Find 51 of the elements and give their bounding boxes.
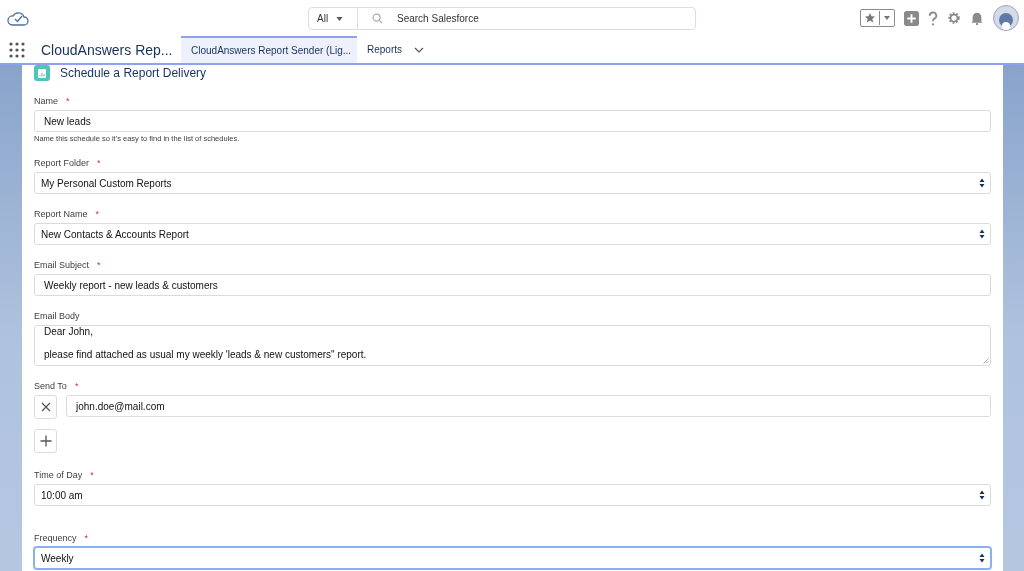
chevron-down-icon bbox=[414, 46, 424, 53]
nav-tab[interactable]: CloudAnswers Report Sender (Lig... bbox=[181, 36, 357, 63]
plus-icon bbox=[39, 435, 52, 447]
up-down-arrows-icon bbox=[979, 490, 985, 500]
select-field[interactable]: My Personal Custom Reports bbox=[34, 172, 991, 194]
settings-icon[interactable] bbox=[947, 11, 961, 25]
required-mark: * bbox=[95, 209, 100, 219]
caret-icon bbox=[883, 15, 891, 21]
text-field[interactable]: Weekly report - new leads & customers bbox=[34, 274, 991, 296]
text-field[interactable]: New leads bbox=[34, 110, 991, 132]
required-mark: * bbox=[74, 381, 79, 391]
field-label: Send To bbox=[34, 381, 67, 391]
cloud-check-icon bbox=[7, 10, 29, 26]
resize-handle-icon[interactable] bbox=[983, 358, 989, 364]
select-field[interactable]: 10:00 am bbox=[34, 484, 991, 506]
add-icon[interactable] bbox=[904, 10, 919, 26]
field-label: Time of Day bbox=[34, 470, 83, 480]
textarea-field[interactable]: Dear John, please find attached as usual my weekly 'leads & new customers" report. bbox=[34, 325, 991, 366]
help-icon[interactable] bbox=[928, 10, 938, 26]
field-label: Email Body bbox=[34, 311, 80, 321]
app-name: CloudAnswers Rep... bbox=[41, 41, 174, 58]
required-mark: * bbox=[84, 533, 89, 543]
close-icon bbox=[40, 402, 51, 412]
field-label: Frequency bbox=[34, 533, 77, 543]
email-field[interactable]: john.doe@mail.com bbox=[66, 395, 991, 417]
remove-button[interactable] bbox=[34, 395, 57, 419]
star-icon bbox=[864, 12, 876, 24]
up-down-arrows-icon bbox=[979, 553, 985, 563]
field-label: Email Subject bbox=[34, 260, 90, 270]
avatar-icon[interactable] bbox=[993, 5, 1019, 31]
app-launcher-icon[interactable] bbox=[9, 41, 25, 58]
caret-icon bbox=[335, 15, 345, 22]
select-field[interactable]: Weekly bbox=[34, 547, 991, 569]
select-field[interactable]: New Contacts & Accounts Report bbox=[34, 223, 991, 245]
add-recipient-button[interactable] bbox=[34, 429, 57, 453]
required-mark: * bbox=[66, 96, 70, 106]
up-down-arrows-icon bbox=[979, 178, 985, 188]
search-scope-dropdown[interactable]: All bbox=[309, 8, 358, 29]
favorites-button[interactable] bbox=[860, 9, 895, 27]
field-label: Report Name bbox=[34, 209, 88, 219]
form-title: Schedule a Report Delivery bbox=[60, 66, 207, 80]
search-icon bbox=[372, 13, 383, 24]
field-label: Report Folder bbox=[34, 158, 90, 168]
search-field[interactable]: Search Salesforce bbox=[358, 8, 695, 29]
up-down-arrows-icon bbox=[979, 229, 985, 239]
required-mark: * bbox=[97, 158, 101, 168]
field-label: Name bbox=[34, 96, 58, 106]
required-mark: * bbox=[90, 470, 94, 480]
nav-tab[interactable]: Reports bbox=[357, 36, 434, 63]
required-mark: * bbox=[97, 260, 101, 270]
notifications-bell-icon[interactable] bbox=[970, 11, 984, 25]
